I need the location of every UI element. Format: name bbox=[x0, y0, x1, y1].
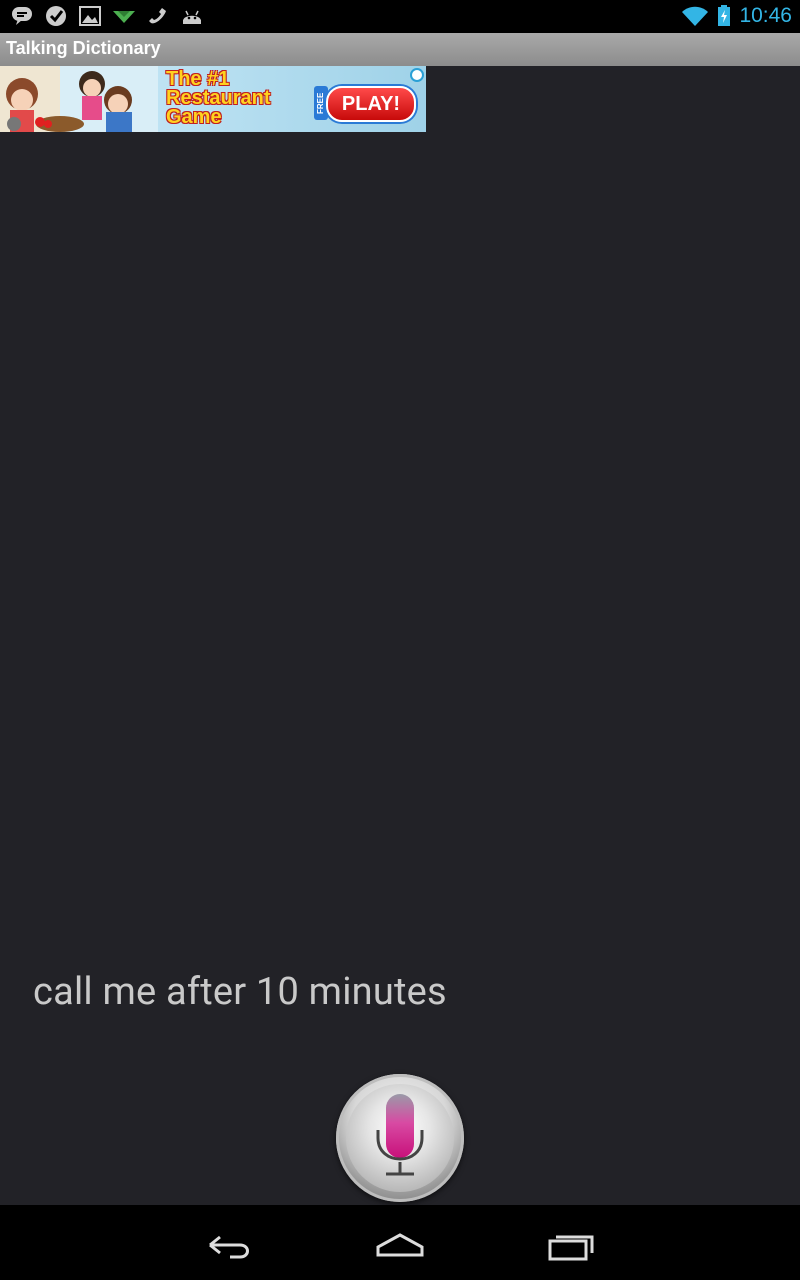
navigation-bar bbox=[0, 1205, 800, 1280]
status-bar: 10:46 bbox=[0, 0, 800, 33]
microphone-button[interactable] bbox=[336, 1074, 464, 1202]
wifi-icon bbox=[682, 6, 709, 26]
talk-icon bbox=[12, 7, 32, 25]
gallery-icon bbox=[79, 6, 101, 26]
speech-transcript: call me after 10 minutes bbox=[33, 970, 447, 1014]
home-button[interactable] bbox=[370, 1225, 430, 1265]
action-bar: Talking Dictionary bbox=[0, 33, 800, 66]
download-icon bbox=[113, 11, 135, 23]
ad-banner[interactable]: The #1 Restaurant Game FREE PLAY! bbox=[0, 66, 426, 132]
notification-icons bbox=[10, 5, 204, 27]
back-button[interactable] bbox=[200, 1225, 260, 1265]
ad-choices-icon[interactable] bbox=[410, 68, 424, 82]
microphone-icon bbox=[376, 1094, 424, 1176]
phone-icon bbox=[149, 8, 166, 24]
ad-headline: The #1 Restaurant Game bbox=[166, 68, 271, 128]
ad-characters-illustration bbox=[0, 66, 158, 132]
android-icon bbox=[183, 10, 201, 24]
ad-play-button[interactable]: PLAY! bbox=[326, 86, 416, 122]
recent-apps-button[interactable] bbox=[542, 1225, 602, 1265]
battery-icon bbox=[718, 5, 731, 26]
app-title: Talking Dictionary bbox=[6, 38, 161, 58]
clock: 10:46 bbox=[739, 4, 792, 27]
tasks-icon bbox=[46, 6, 66, 26]
